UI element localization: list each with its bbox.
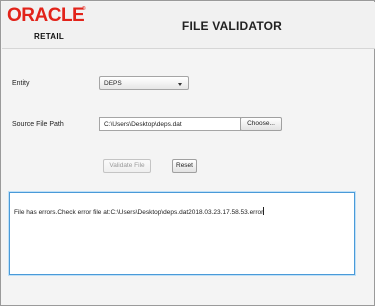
output-text-area[interactable]: File has errors.Check error file at:C:\U… — [9, 192, 355, 275]
text-caret — [263, 207, 265, 215]
output-message-text: File has errors.Check error file at:C:\U… — [14, 209, 264, 216]
choose-button[interactable]: Choose... — [240, 117, 282, 131]
entity-select[interactable]: DEPS — [99, 76, 189, 90]
page-title: FILE VALIDATOR — [181, 19, 283, 33]
reset-button[interactable]: Reset — [172, 159, 197, 173]
chevron-down-icon — [178, 83, 182, 86]
app-window: ORACLE ® RETAIL FILE VALIDATOR Entity DE… — [0, 0, 375, 306]
registered-mark: ® — [82, 6, 86, 12]
entity-select-value: DEPS — [104, 80, 122, 87]
source-file-path-input[interactable]: C:\Users\Desktop\deps.dat — [99, 117, 241, 131]
retail-logo-text: RETAIL — [34, 32, 65, 41]
validate-file-button[interactable]: Validate File — [103, 159, 151, 173]
header-bar: ORACLE ® RETAIL FILE VALIDATOR — [2, 2, 375, 49]
source-file-path-value: C:\Users\Desktop\deps.dat — [104, 121, 182, 128]
source-file-path-label: Source File Path — [12, 121, 64, 128]
entity-label: Entity — [12, 80, 30, 87]
output-message: File has errors.Check error file at:C:\U… — [14, 207, 265, 216]
